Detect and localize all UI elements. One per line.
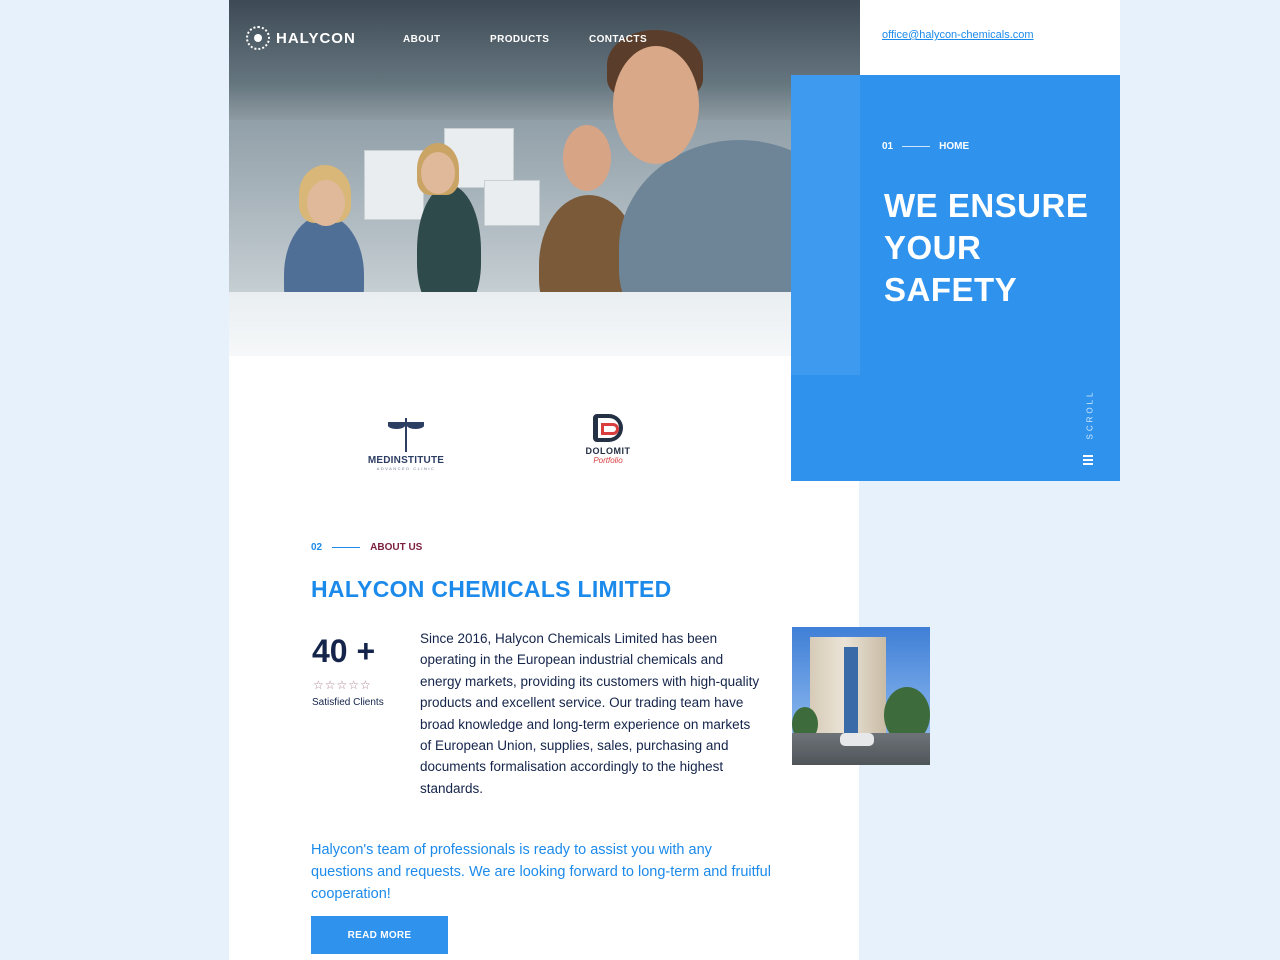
nav-contacts-link[interactable]: CONTACTS xyxy=(589,34,647,45)
about-title: HALYCON CHEMICALS LIMITED xyxy=(311,576,672,602)
hero-person-face xyxy=(613,46,699,164)
hero-section-number: 01 xyxy=(882,141,894,152)
partner-name: MEDINSTITUTE xyxy=(367,455,445,466)
nav-products-link[interactable]: PRODUCTS xyxy=(490,34,549,45)
hero-card-overlay xyxy=(791,75,860,375)
car xyxy=(840,733,874,746)
building-glass xyxy=(844,647,858,733)
divider-line xyxy=(902,146,931,147)
clients-count: 40 + xyxy=(312,633,376,669)
halycon-logo-icon xyxy=(246,26,270,50)
partner-logo-medinstitute[interactable]: MEDINSTITUTE ADVANCED CLINIC xyxy=(362,418,450,471)
about-section-label: ABOUT US xyxy=(370,542,423,553)
about-description: Since 2016, Halycon Chemicals Limited ha… xyxy=(420,631,760,796)
partner-logo-dolomit[interactable]: DOLOMIT Portfolio xyxy=(580,414,636,465)
hero-title: WE ENSURE YOUR SAFETY xyxy=(884,187,1089,308)
partner-name: DOLOMIT xyxy=(585,446,631,456)
clients-label: Satisfied Clients xyxy=(312,697,384,708)
office-building-photo xyxy=(792,627,930,765)
hero-section-label: HOME xyxy=(939,141,970,152)
about-cta-text: Halycon's team of professionals is ready… xyxy=(311,842,771,902)
hero-section-indicator: 01 HOME xyxy=(882,141,969,152)
hero-person-face xyxy=(563,125,611,191)
partner-tagline: Portfolio xyxy=(593,456,623,465)
divider-line xyxy=(332,547,361,548)
read-more-button[interactable]: READ MORE xyxy=(311,916,448,954)
scroll-menu-icon[interactable] xyxy=(1083,455,1093,465)
hero-window xyxy=(229,0,860,120)
hero-person-face xyxy=(421,152,455,194)
hero-person-face xyxy=(307,180,345,226)
nav-about-link[interactable]: ABOUT xyxy=(403,34,441,45)
brand-logo[interactable]: HALYCON xyxy=(246,26,356,50)
brand-name: HALYCON xyxy=(276,29,356,47)
scroll-label[interactable]: SCROLL xyxy=(1086,380,1095,439)
hero-whiteboard xyxy=(484,180,540,226)
about-section-indicator: 02 ABOUT US xyxy=(311,542,422,553)
about-section-number: 02 xyxy=(311,542,323,553)
caduceus-icon xyxy=(388,418,424,452)
dolomit-logo-icon xyxy=(593,414,623,442)
partner-tagline: ADVANCED CLINIC xyxy=(376,466,436,471)
email-link[interactable]: office@halycon-chemicals.com xyxy=(882,29,1034,41)
hero-whiteboard xyxy=(364,150,424,220)
hero-photo xyxy=(229,0,860,356)
rating-stars: ☆☆☆☆☆ xyxy=(313,678,372,692)
hero-table xyxy=(229,292,860,356)
